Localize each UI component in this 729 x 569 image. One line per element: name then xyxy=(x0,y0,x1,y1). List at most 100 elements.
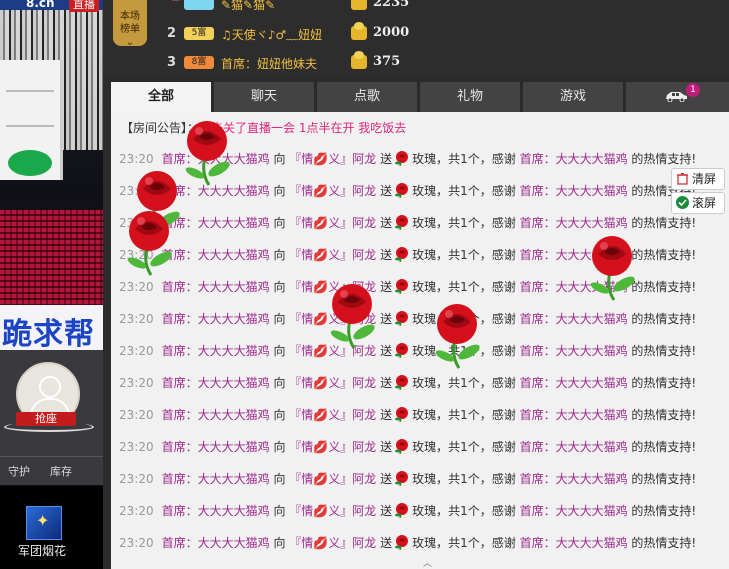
rank-badge-line1: 本场 xyxy=(120,11,140,22)
message-tail: 的热情支持! xyxy=(631,376,697,390)
main-panel: 本场 榜单 ⌄ 🏆 ✎猫✎猫✎ 2235 2 5富 ♫天使ヾ♪♂﹏妞妞 2000… xyxy=(103,0,729,569)
message-tail: 的热情支持! xyxy=(631,472,697,486)
tab-gifts[interactable]: 礼物 xyxy=(420,82,521,112)
rank-score: 375 xyxy=(373,54,401,69)
gift-name: 玫瑰 xyxy=(412,216,437,230)
rose-icon xyxy=(395,279,409,294)
tab-all[interactable]: 全部 xyxy=(111,82,212,112)
message-to: 向 xyxy=(273,504,286,518)
message-tail: 的热情支持! xyxy=(631,152,697,166)
message-send: 送 xyxy=(380,536,393,550)
target-name[interactable]: 『情💋义』阿龙 xyxy=(289,216,376,230)
sender-name[interactable]: 首席：大大大大猫鸡 xyxy=(162,376,270,390)
rank-score: 2235 xyxy=(373,0,410,10)
trash-icon xyxy=(677,173,688,185)
target-name[interactable]: 『情💋义』阿龙 xyxy=(289,504,376,518)
trophy-icon: 🏆 xyxy=(167,0,184,2)
gift-name: 玫瑰 xyxy=(412,280,437,294)
video-stream[interactable]: 8.cn 直播 跪求帮 xyxy=(0,0,103,350)
message-tail: 的热情支持! xyxy=(631,440,697,454)
tab-chat[interactable]: 聊天 xyxy=(214,82,315,112)
tab-games[interactable]: 游戏 xyxy=(523,82,624,112)
sender-name[interactable]: 首席：大大大大猫鸡 xyxy=(162,536,270,550)
target-name[interactable]: 『情💋义』阿龙 xyxy=(289,184,376,198)
message-to: 向 xyxy=(273,472,286,486)
thanks-name[interactable]: 首席：大大大大猫鸡 xyxy=(520,408,628,422)
chevron-up-icon[interactable]: ︿ xyxy=(423,560,437,569)
thanks-name[interactable]: 首席：大大大大猫鸡 xyxy=(520,504,628,518)
tab-inventory[interactable]: 库存 xyxy=(50,463,72,479)
clear-screen-button[interactable]: 清屏 xyxy=(671,168,725,190)
sender-name[interactable]: 首席：大大大大猫鸡 xyxy=(162,504,270,518)
sender-name[interactable]: 首席：大大大大猫鸡 xyxy=(162,280,270,294)
message-rest: ，共1个，感谢 xyxy=(436,376,516,390)
target-name[interactable]: 『情💋义』阿龙 xyxy=(289,376,376,390)
tab-guard[interactable]: 守护 xyxy=(8,463,30,479)
rank-name: ✎猫✎猫✎ xyxy=(221,0,276,12)
thanks-name[interactable]: 首席：大大大大猫鸡 xyxy=(520,536,628,550)
rank-badge[interactable]: 本场 榜单 ⌄ xyxy=(113,0,147,48)
target-name[interactable]: 『情💋义』阿龙 xyxy=(289,248,376,262)
gift-name: 玫瑰 xyxy=(412,184,437,198)
rank-row[interactable]: 2 5富 ♫天使ヾ♪♂﹏妞妞 2000 xyxy=(159,22,719,46)
sender-name[interactable]: 首席：大大大大猫鸡 xyxy=(162,472,270,486)
video-banner: 跪求帮 xyxy=(0,305,103,350)
message-send: 送 xyxy=(380,472,393,486)
left-tabs: 守护 库存 xyxy=(0,456,103,485)
thanks-name[interactable]: 首席：大大大大猫鸡 xyxy=(520,312,628,326)
gift-name: 玫瑰 xyxy=(412,376,437,390)
message-to: 向 xyxy=(273,280,286,294)
rank-row[interactable]: 🏆 ✎猫✎猫✎ 2235 xyxy=(159,0,719,16)
message-to: 向 xyxy=(273,184,286,198)
grab-seat-button[interactable]: 抢座 xyxy=(16,412,76,426)
target-name[interactable]: 『情💋义』阿龙 xyxy=(289,472,376,486)
video-sofa xyxy=(0,210,103,310)
rose-icon xyxy=(395,439,409,454)
sender-name[interactable]: 首席：大大大大猫鸡 xyxy=(162,440,270,454)
level-badge: 8富 xyxy=(184,56,214,69)
tab-car[interactable]: 1 xyxy=(626,82,729,112)
video-plant xyxy=(8,150,52,176)
chat-area[interactable]: 【房间公告】：我先关了直播一会 1点半在开 我吃饭去 23:20 首席：大大大大猫… xyxy=(111,112,729,569)
target-name[interactable]: 『情💋义』阿龙 xyxy=(289,152,376,166)
thanks-name[interactable]: 首席：大大大大猫鸡 xyxy=(520,472,628,486)
banner-text: 跪求帮 xyxy=(2,317,95,350)
message-send: 送 xyxy=(380,440,393,454)
thanks-name[interactable]: 首席：大大大大猫鸡 xyxy=(520,216,628,230)
gift-name: 玫瑰 xyxy=(412,440,437,454)
site-logo: 8.cn 直播 xyxy=(0,0,103,12)
thanks-name[interactable]: 首席：大大大大猫鸡 xyxy=(520,440,628,454)
message-rest: ，共1个，感谢 xyxy=(436,440,516,454)
gift-name: 玫瑰 xyxy=(412,248,437,262)
sender-name[interactable]: 首席：大大大大猫鸡 xyxy=(162,344,270,358)
tab-songs[interactable]: 点歌 xyxy=(317,82,418,112)
rose-icon xyxy=(395,375,409,390)
rose-icon xyxy=(431,300,493,373)
message-tail: 的热情支持! xyxy=(631,536,697,550)
fireworks-gift-icon[interactable] xyxy=(26,506,62,540)
chat-message: 23:20 首席：大大大大猫鸡 向 『情💋义』阿龙 送 玫瑰，共1个，感谢 首席：大… xyxy=(119,502,696,524)
rose-icon xyxy=(326,280,388,353)
rose-icon xyxy=(395,471,409,486)
message-time: 23:20 xyxy=(119,536,154,550)
check-icon xyxy=(676,196,689,209)
rank-score: 2000 xyxy=(373,25,410,40)
scroll-screen-button[interactable]: 滚屏 xyxy=(671,192,725,214)
message-time: 23:20 xyxy=(119,408,154,422)
sender-name[interactable]: 首席：大大大大猫鸡 xyxy=(162,408,270,422)
thanks-name[interactable]: 首席：大大大大猫鸡 xyxy=(520,376,628,390)
rose-icon xyxy=(123,207,185,280)
target-name[interactable]: 『情💋义』阿龙 xyxy=(289,440,376,454)
thanks-name[interactable]: 首席：大大大大猫鸡 xyxy=(520,152,628,166)
scroll-screen-label: 滚屏 xyxy=(692,196,717,210)
message-to: 向 xyxy=(273,248,286,262)
rank-row[interactable]: 3 8富 首席：妞妞他妹夫 375 xyxy=(159,51,719,75)
sender-name[interactable]: 首席：大大大大猫鸡 xyxy=(162,312,270,326)
thanks-name[interactable]: 首席：大大大大猫鸡 xyxy=(520,344,628,358)
message-rest: ，共1个，感谢 xyxy=(436,216,516,230)
level-badge: 5富 xyxy=(184,27,214,40)
target-name[interactable]: 『情💋义』阿龙 xyxy=(289,536,376,550)
car-badge: 1 xyxy=(686,83,700,97)
target-name[interactable]: 『情💋义』阿龙 xyxy=(289,408,376,422)
thanks-name[interactable]: 首席：大大大大猫鸡 xyxy=(520,184,628,198)
